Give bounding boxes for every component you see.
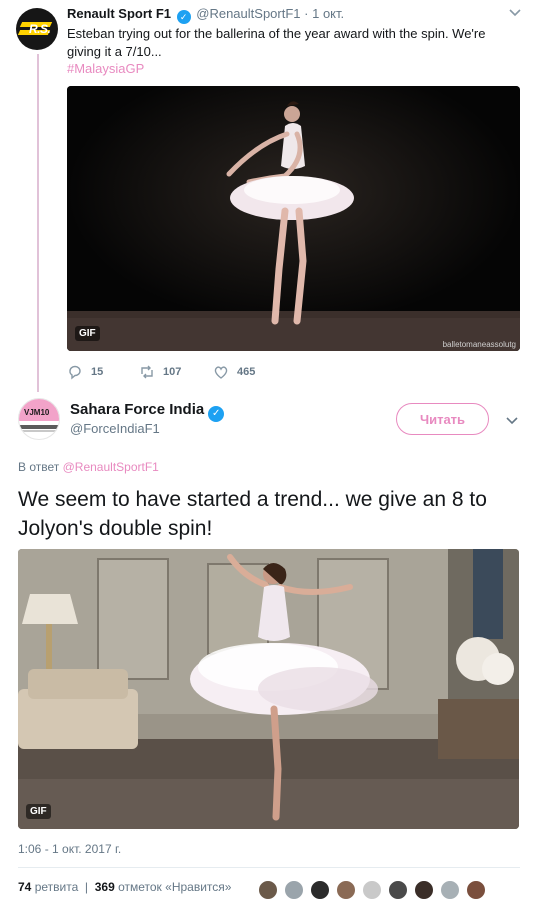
meta-dot: · <box>304 6 309 21</box>
tweet-text: Esteban trying out for the ballerina of … <box>67 26 486 59</box>
like-action[interactable]: 465 <box>213 364 255 380</box>
force-india-avatar[interactable]: VJM10 <box>18 398 60 440</box>
liker-avatar[interactable] <box>440 880 460 900</box>
author-name[interactable]: Renault Sport F1 <box>67 6 171 21</box>
main-tweet-text: We seem to have started a trend... we gi… <box>18 488 487 540</box>
gif-badge: GIF <box>26 804 51 819</box>
liker-avatar[interactable] <box>414 880 434 900</box>
gif-watermark: balletomaneassolutg <box>442 340 516 349</box>
reply-count: 15 <box>91 366 104 378</box>
parent-tweet-actions: 15 107 465 <box>67 364 367 384</box>
liker-avatar[interactable] <box>336 880 356 900</box>
retweets-count[interactable]: 74 <box>18 880 31 894</box>
likes-label[interactable]: отметок «Нравится» <box>118 880 231 894</box>
heart-icon <box>214 366 228 379</box>
author-handle[interactable]: @RenaultSportF1 <box>196 6 300 21</box>
reply-context: В ответ @RenaultSportF1 <box>18 460 159 474</box>
gif-badge: GIF <box>75 326 100 341</box>
liker-avatar[interactable] <box>284 880 304 900</box>
thread-connector-line <box>37 54 39 392</box>
ballerina-gif[interactable]: GIF balletomaneassolutg <box>67 86 520 351</box>
dancer-room-gif[interactable]: GIF <box>18 549 519 829</box>
follow-button[interactable]: Читать <box>396 403 489 435</box>
main-author-handle[interactable]: @ForceIndiaF1 <box>70 421 160 436</box>
liker-avatar[interactable] <box>362 880 382 900</box>
retweets-label[interactable]: ретвита <box>35 880 79 894</box>
liker-avatar[interactable] <box>388 880 408 900</box>
likes-count[interactable]: 369 <box>95 880 115 894</box>
verified-badge-icon: ✓ <box>208 406 225 422</box>
like-count: 465 <box>237 366 256 378</box>
dancer-room-image <box>18 549 519 829</box>
ballerina-image <box>67 86 520 351</box>
tweet-timestamp[interactable]: 1:06 - 1 окт. 2017 г. <box>18 842 121 856</box>
main-author-name[interactable]: Sahara Force India ✓ <box>70 401 226 422</box>
reply-action[interactable]: 15 <box>67 364 103 380</box>
renault-rs-logo-icon: R.S. <box>29 22 51 36</box>
reply-prefix: В ответ <box>18 460 60 474</box>
force-india-vjm10-logo-icon: VJM10 <box>24 408 50 417</box>
divider <box>18 867 520 868</box>
retweet-action[interactable]: 107 <box>139 364 181 380</box>
tweet-date[interactable]: 1 окт. <box>312 6 344 21</box>
parent-tweet-header: Renault Sport F1 ✓ @RenaultSportF1 · 1 о… <box>67 6 344 24</box>
main-author-name-label[interactable]: Sahara Force India <box>70 401 204 418</box>
liker-avatar[interactable] <box>466 880 486 900</box>
renault-avatar[interactable]: R.S. <box>16 8 58 50</box>
verified-badge-icon: ✓ <box>176 10 191 24</box>
parent-tweet[interactable]: R.S. Renault Sport F1 ✓ @RenaultSportF1 … <box>0 0 536 392</box>
hashtag-link[interactable]: #MalaysiaGP <box>67 61 144 76</box>
reply-icon <box>69 365 81 380</box>
liker-avatar[interactable] <box>310 880 330 900</box>
tweet-stats: 74 ретвита | 369 отметок «Нравится» <box>18 880 232 894</box>
reply-mention-link[interactable]: @RenaultSportF1 <box>63 460 159 474</box>
retweet-count: 107 <box>163 366 182 378</box>
chevron-down-icon[interactable] <box>508 8 522 18</box>
chevron-down-icon[interactable] <box>505 416 519 426</box>
liker-avatar[interactable] <box>258 880 278 900</box>
retweet-icon <box>141 365 153 379</box>
